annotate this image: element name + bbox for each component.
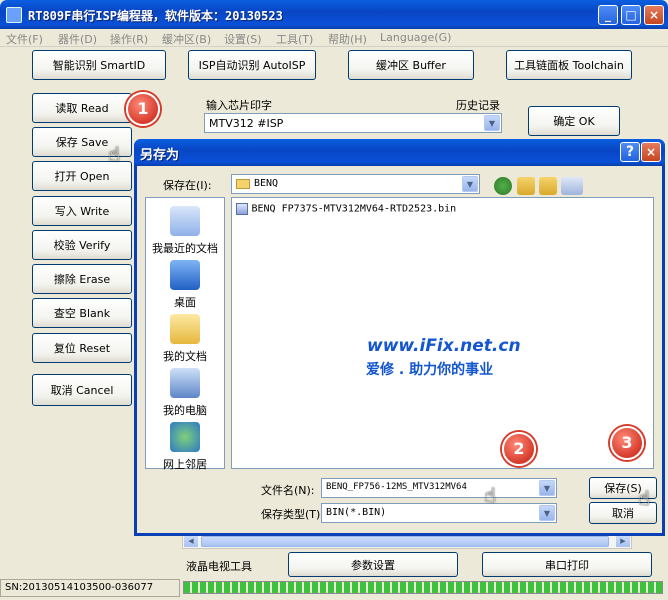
write-button[interactable]: 写入 Write	[32, 196, 132, 226]
my-documents-icon	[170, 314, 200, 344]
auto-isp-button[interactable]: ISP自动识别 AutoISP	[188, 50, 316, 80]
toolchain-button[interactable]: 工具链面板 Toolchain	[506, 50, 632, 80]
scroll-left-icon[interactable]: ◀	[184, 535, 198, 547]
main-titlebar: RT809F串行ISP编程器，软件版本：20130523 _ □ ×	[0, 0, 668, 29]
chevron-down-icon[interactable]: ▼	[462, 176, 478, 192]
menu-device[interactable]: 器件(D)	[58, 31, 97, 47]
status-bar: SN:20130514103500-036077	[0, 579, 180, 597]
chip-marking-input[interactable]: MTV312 #ISP ▼	[204, 113, 502, 133]
places-bar: 我最近的文档 桌面 我的文档 我的电脑 网上邻居	[145, 197, 225, 472]
chip-marking-value: MTV312 #ISP	[209, 117, 284, 130]
menu-file[interactable]: 文件(F)	[6, 31, 43, 47]
menu-buffer[interactable]: 缓冲区(B)	[162, 31, 211, 47]
verify-button[interactable]: 校验 Verify	[32, 230, 132, 260]
place-network-label: 网上邻居	[163, 458, 207, 471]
place-computer[interactable]: 我的电脑	[146, 368, 224, 418]
menu-tools[interactable]: 工具(T)	[276, 31, 313, 47]
menu-operate[interactable]: 操作(R)	[110, 31, 148, 47]
place-recent[interactable]: 我最近的文档	[146, 206, 224, 256]
place-documents-label: 我的文档	[163, 350, 207, 363]
menubar: 文件(F) 器件(D) 操作(R) 缓冲区(B) 设置(S) 工具(T) 帮助(…	[0, 29, 668, 47]
folder-icon	[236, 179, 250, 189]
window-title: RT809F串行ISP编程器，软件版本：20130523	[28, 9, 283, 23]
menu-language[interactable]: Language(G)	[380, 31, 451, 44]
blank-button[interactable]: 查空 Blank	[32, 298, 132, 328]
lcd-tool-label: 液晶电视工具	[186, 560, 252, 573]
dialog-close-button[interactable]: ×	[641, 142, 661, 162]
file-list[interactable]: BENQ FP737S-MTV312MV64-RTD2523.bin www.i…	[231, 197, 654, 469]
read-button[interactable]: 读取 Read	[32, 93, 132, 123]
chevron-down-icon[interactable]: ▼	[484, 115, 500, 131]
save-in-value: BENQ	[254, 178, 279, 189]
menu-settings[interactable]: 设置(S)	[224, 31, 262, 47]
watermark-slogan: 爱修 . 助力你的事业	[366, 362, 494, 378]
chip-marking-label: 输入芯片印字	[206, 99, 272, 112]
scroll-right-icon[interactable]: ▶	[616, 535, 630, 547]
serial-print-button[interactable]: 串口打印	[482, 552, 652, 577]
place-desktop-label: 桌面	[174, 296, 196, 309]
buffer-button[interactable]: 缓冲区 Buffer	[348, 50, 474, 80]
chevron-down-icon[interactable]: ▼	[539, 480, 555, 496]
help-button[interactable]: ?	[620, 142, 640, 162]
place-documents[interactable]: 我的文档	[146, 314, 224, 364]
recent-documents-icon	[170, 206, 200, 236]
serial-number: SN:20130514103500-036077	[5, 582, 154, 593]
cancel-button[interactable]: 取消 Cancel	[32, 374, 132, 406]
chevron-down-icon[interactable]: ▼	[539, 505, 555, 521]
close-button[interactable]: ×	[644, 5, 664, 25]
new-folder-icon[interactable]	[539, 177, 557, 195]
save-in-select[interactable]: BENQ ▼	[231, 174, 480, 194]
my-computer-icon	[170, 368, 200, 398]
file-item[interactable]: BENQ FP737S-MTV312MV64-RTD2523.bin	[236, 202, 456, 215]
network-places-icon	[170, 422, 200, 452]
callout-badge-1: 1	[126, 92, 160, 126]
smart-id-button[interactable]: 智能识别 SmartID	[32, 50, 166, 80]
confirm-ok-button[interactable]: 确定 OK	[528, 106, 620, 136]
maximize-button[interactable]: □	[621, 5, 641, 25]
history-label: 历史记录	[456, 99, 500, 112]
desktop-icon	[170, 260, 200, 290]
place-desktop[interactable]: 桌面	[146, 260, 224, 310]
watermark-url: www.iFix.net.cn	[367, 336, 521, 356]
erase-button[interactable]: 擦除 Erase	[32, 264, 132, 294]
back-icon[interactable]	[494, 177, 512, 195]
place-network[interactable]: 网上邻居	[146, 422, 224, 472]
callout-badge-3: 3	[610, 426, 644, 460]
dialog-titlebar: 另存为 ? ×	[134, 139, 665, 166]
minimize-button[interactable]: _	[598, 5, 618, 25]
filename-label: 文件名(N):	[261, 484, 315, 497]
file-icon	[236, 203, 248, 215]
hand-cursor-icon: ☝	[484, 483, 497, 507]
filename-input[interactable]: BENQ_FP756-12MS_MTV312MV64 ▼	[321, 478, 557, 498]
menu-help[interactable]: 帮助(H)	[328, 31, 367, 47]
app-icon	[6, 7, 22, 23]
dialog-title: 另存为	[140, 148, 180, 163]
save-as-dialog: 另存为 ? × 保存在(I): BENQ ▼ 我最近的文档 桌面 我的文档 我的…	[134, 139, 665, 536]
callout-badge-2: 2	[502, 432, 536, 466]
filetype-select[interactable]: BIN(*.BIN) ▼	[321, 503, 557, 523]
up-folder-icon[interactable]	[517, 177, 535, 195]
save-in-label: 保存在(I):	[163, 179, 212, 192]
params-button[interactable]: 参数设置	[288, 552, 458, 577]
file-name: BENQ FP737S-MTV312MV64-RTD2523.bin	[251, 203, 457, 215]
filetype-label: 保存类型(T):	[261, 508, 325, 521]
place-recent-label: 我最近的文档	[152, 242, 218, 255]
filetype-value: BIN(*.BIN)	[326, 507, 387, 518]
view-menu-icon[interactable]	[561, 177, 583, 195]
hand-cursor-icon: ☝	[108, 142, 121, 166]
place-computer-label: 我的电脑	[163, 404, 207, 417]
reset-button[interactable]: 复位 Reset	[32, 333, 132, 363]
hand-cursor-icon: ☝	[638, 486, 651, 510]
filename-value: BENQ_FP756-12MS_MTV312MV64	[326, 482, 467, 492]
progress-bar	[183, 581, 663, 594]
scroll-thumb[interactable]	[201, 536, 609, 547]
